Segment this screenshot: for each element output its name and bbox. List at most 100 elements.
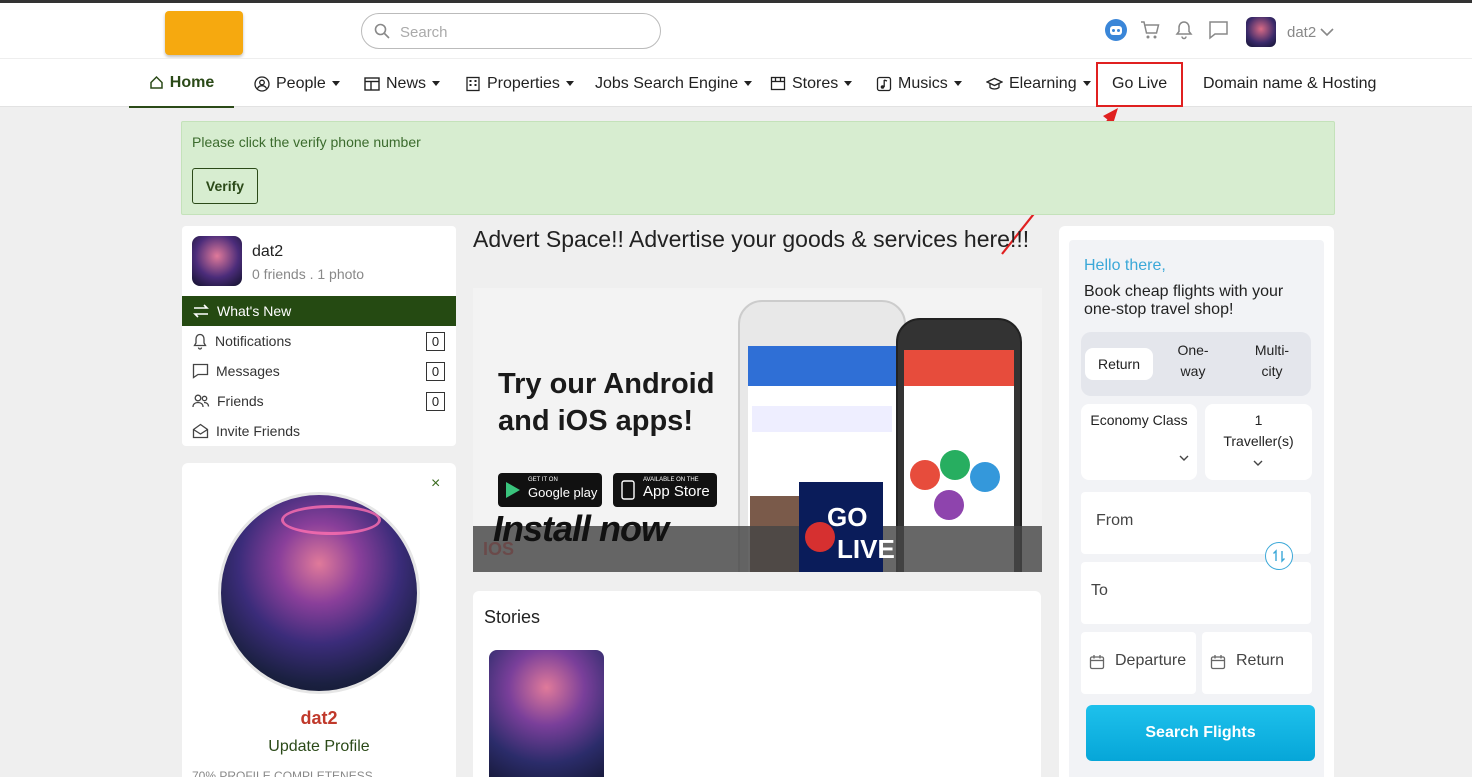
profile-avatar[interactable]	[192, 236, 242, 286]
go-live-logo: GO LIVE	[799, 482, 895, 572]
nav-jobs[interactable]: Jobs Search Engine	[595, 59, 753, 108]
profile-name[interactable]: dat2	[252, 243, 283, 261]
nav-elearning-label: Elearning	[1009, 74, 1077, 92]
departure-label: Departure	[1115, 652, 1187, 669]
nav-stores[interactable]: Stores	[770, 59, 853, 108]
verify-phone-alert: Please click the verify phone number Ver…	[181, 121, 1335, 215]
travellers-label: Traveller(s)	[1223, 433, 1294, 449]
trip-type-selector: Return One- way Multi- city	[1081, 332, 1311, 396]
menu-invite-friends[interactable]: Invite Friends	[182, 416, 456, 446]
notifications-count: 0	[426, 332, 445, 351]
nav-home[interactable]: Home	[129, 59, 234, 108]
go-live-highlight-box	[1096, 62, 1183, 107]
nav-properties[interactable]: Properties	[465, 59, 574, 108]
chevron-down-icon[interactable]	[1320, 27, 1334, 37]
menu-whats-new[interactable]: What's New	[182, 296, 456, 326]
chat-icon[interactable]	[1208, 20, 1229, 40]
nav-domain-hosting[interactable]: Domain name & Hosting	[1203, 59, 1376, 108]
caret-down-icon	[1082, 81, 1091, 86]
main-nav: Home People News Properties Jobs Search …	[0, 58, 1472, 108]
music-icon	[876, 76, 892, 91]
site-logo[interactable]	[165, 11, 243, 55]
nav-stores-label: Stores	[792, 74, 839, 92]
header-username[interactable]: dat2	[1287, 24, 1316, 41]
building-icon	[466, 76, 480, 91]
menu-notifications[interactable]: Notifications 0	[182, 326, 456, 356]
trip-return-option[interactable]: Return	[1085, 348, 1153, 380]
menu-friends[interactable]: Friends 0	[182, 386, 456, 416]
travellers-select[interactable]: 1 Traveller(s)	[1205, 404, 1312, 480]
caret-down-icon	[744, 81, 753, 86]
chevron-down-icon	[1253, 460, 1263, 466]
friends-count[interactable]: 0 friends	[252, 266, 306, 282]
menu-label: Messages	[216, 363, 280, 379]
flight-search-card: Hello there, Book cheap flights with you…	[1059, 226, 1334, 777]
nav-home-label: Home	[169, 73, 215, 91]
google-play-badge[interactable]: GET IT ON Google play	[498, 473, 602, 507]
photos-count[interactable]: 1 photo	[317, 266, 364, 282]
nav-jobs-label: Jobs Search Engine	[595, 74, 739, 92]
bell-icon[interactable]	[1175, 20, 1193, 40]
app-post	[752, 406, 892, 432]
banner-heading-line-1: Try our Android	[498, 368, 715, 400]
swap-icon	[1273, 549, 1285, 563]
trip-multi-city-line-1: Multi-	[1254, 342, 1290, 358]
google-play-small: GET IT ON	[528, 477, 558, 483]
search-input[interactable]	[400, 22, 640, 42]
verify-button[interactable]: Verify	[192, 168, 258, 204]
return-date-field[interactable]: Return	[1202, 632, 1312, 694]
departure-date-field[interactable]: Departure	[1081, 632, 1196, 694]
swap-locations-button[interactable]	[1265, 542, 1293, 570]
to-field[interactable]: To	[1081, 562, 1311, 624]
profile-picture-large[interactable]	[218, 492, 420, 694]
nav-domain-label: Domain name & Hosting	[1203, 74, 1377, 92]
social-bubble	[910, 460, 940, 490]
app-header-bar	[904, 350, 1014, 386]
story-thumbnail[interactable]	[489, 650, 604, 777]
swap-arrows-icon	[193, 304, 209, 318]
bot-icon[interactable]	[1104, 18, 1128, 42]
trip-one-way-option[interactable]: One- way	[1163, 340, 1223, 382]
play-store-icon	[506, 482, 520, 498]
envelope-icon	[192, 423, 209, 439]
search-box[interactable]	[361, 13, 661, 49]
profile-completeness-text: 70% PROFILE COMPLETENESS	[192, 769, 373, 777]
messages-count: 0	[426, 362, 445, 381]
users-icon	[192, 394, 210, 408]
graduation-cap-icon	[986, 77, 1003, 90]
store-icon	[770, 76, 786, 91]
nav-news[interactable]: News	[364, 59, 441, 108]
profile-card-name[interactable]: dat2	[182, 708, 456, 729]
app-promo-banner[interactable]: Try our Android and iOS apps! GET IT ON …	[473, 288, 1042, 572]
social-bubble	[934, 490, 964, 520]
nav-people[interactable]: People	[254, 59, 340, 108]
cart-icon[interactable]	[1140, 20, 1160, 40]
calendar-icon	[1089, 655, 1105, 670]
stories-title: Stories	[484, 607, 541, 627]
nav-people-label: People	[276, 74, 326, 92]
stories-card: Stories	[473, 591, 1041, 777]
close-icon[interactable]: ×	[431, 475, 440, 493]
user-circle-icon	[254, 75, 270, 92]
search-icon	[374, 23, 390, 39]
home-icon	[150, 75, 163, 89]
menu-messages[interactable]: Messages 0	[182, 356, 456, 386]
social-bubble	[970, 462, 1000, 492]
nav-properties-label: Properties	[487, 74, 560, 92]
nav-musics[interactable]: Musics	[876, 59, 962, 108]
cabin-class-value: Economy Class	[1090, 412, 1188, 428]
trip-multi-city-option[interactable]: Multi- city	[1241, 340, 1303, 382]
nav-elearning[interactable]: Elearning	[986, 59, 1091, 108]
banner-heading: Try our Android and iOS apps!	[498, 366, 714, 440]
menu-label: Notifications	[215, 333, 292, 349]
app-store-badge[interactable]: AVAILABLE ON THE App Store	[613, 473, 717, 507]
nav-musics-label: Musics	[898, 74, 948, 92]
go-live-logo-live: LIVE	[837, 534, 895, 564]
update-profile-link[interactable]: Update Profile	[182, 738, 456, 756]
newspaper-icon	[364, 76, 380, 91]
trip-one-way-line-2: way	[1180, 363, 1206, 379]
caret-down-icon	[844, 81, 853, 86]
search-flights-button[interactable]: Search Flights	[1086, 705, 1315, 761]
user-avatar[interactable]	[1246, 17, 1276, 47]
cabin-class-select[interactable]: Economy Class	[1081, 404, 1197, 480]
